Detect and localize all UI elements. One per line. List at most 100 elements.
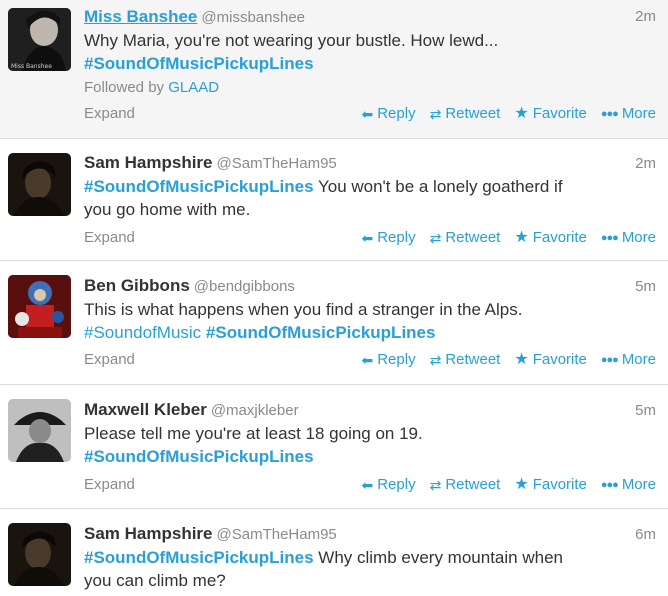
tweet-text-line: You won't be a lonely goatherd if bbox=[313, 177, 563, 196]
favorite-label: Favorite bbox=[532, 105, 587, 122]
user-handle[interactable]: @maxjkleber bbox=[211, 402, 299, 419]
retweet-icon: ⇄ bbox=[429, 106, 442, 122]
tweet-text-line: Why climb every mountain when bbox=[313, 548, 563, 567]
favorite-button[interactable]: ★ Favorite bbox=[514, 227, 587, 249]
retweet-button[interactable]: ⇄ Retweet bbox=[430, 349, 501, 371]
retweet-icon: ⇄ bbox=[429, 352, 442, 368]
more-dots-icon: ●●● bbox=[600, 232, 619, 244]
tweet-item[interactable]: 5m Ben Gibbons @bendgibbons This is what … bbox=[0, 261, 668, 385]
tweet-text-line: Please tell me you're at least 18 going … bbox=[84, 424, 423, 443]
expand-link[interactable]: Expand bbox=[84, 227, 135, 249]
followed-by: Followed by GLAAD bbox=[84, 76, 656, 99]
favorite-label: Favorite bbox=[532, 476, 587, 493]
more-button[interactable]: ●●● More bbox=[601, 474, 656, 496]
avatar-caption: Miss Banshee bbox=[11, 63, 52, 70]
tweet-text: #SoundOfMusicPickupLines Why climb every… bbox=[84, 546, 656, 592]
tweet-text-line: This is what happens when you find a str… bbox=[84, 300, 523, 319]
tweet-item[interactable]: Miss Banshee 2m Miss Banshee @missbanshee… bbox=[0, 0, 668, 139]
user-handle[interactable]: @missbanshee bbox=[201, 9, 305, 26]
followed-by-link[interactable]: GLAAD bbox=[168, 79, 219, 96]
reply-button[interactable]: ⬅ Reply bbox=[361, 227, 415, 249]
tweet-text-line: Why Maria, you're not wearing your bustl… bbox=[84, 31, 499, 50]
tweet-actions: ⬅ Reply ⇄ Retweet ★ Favorite ●●● More bbox=[361, 349, 656, 371]
hashtag-link[interactable]: #SoundOfMusicPickupLines bbox=[206, 323, 436, 342]
user-handle[interactable]: @SamTheHam95 bbox=[217, 155, 337, 172]
reply-label: Reply bbox=[377, 105, 416, 122]
reply-arrow-icon: ⬅ bbox=[361, 106, 374, 122]
reply-button[interactable]: ⬅ Reply bbox=[361, 474, 415, 496]
tweet-text: Why Maria, you're not wearing your bustl… bbox=[84, 29, 656, 75]
followed-by-label: Followed by bbox=[84, 79, 165, 96]
avatar[interactable] bbox=[8, 399, 71, 462]
hashtag-link[interactable]: #SoundOfMusicPickupLines bbox=[84, 548, 314, 567]
avatar-image bbox=[8, 523, 71, 586]
avatar-image: Miss Banshee bbox=[8, 8, 71, 71]
user-name[interactable]: Sam Hampshire bbox=[84, 153, 213, 172]
favorite-label: Favorite bbox=[532, 229, 587, 246]
more-dots-icon: ●●● bbox=[600, 354, 619, 366]
hashtag-link[interactable]: #SoundofMusic bbox=[84, 323, 201, 342]
reply-label: Reply bbox=[377, 229, 416, 246]
user-name[interactable]: Maxwell Kleber bbox=[84, 400, 207, 419]
avatar[interactable] bbox=[8, 153, 71, 216]
favorite-label: Favorite bbox=[532, 351, 587, 368]
tweet-item[interactable]: 2m Sam Hampshire @SamTheHam95 #SoundOfMus… bbox=[0, 139, 668, 261]
user-name[interactable]: Miss Banshee bbox=[84, 7, 197, 26]
tweet-actions: ⬅ Reply ⇄ Retweet ★ Favorite ●●● More bbox=[361, 103, 656, 125]
more-label: More bbox=[621, 476, 656, 493]
more-label: More bbox=[621, 351, 656, 368]
tweet-item[interactable]: 6m Sam Hampshire @SamTheHam95 #SoundOfMus… bbox=[0, 509, 668, 596]
more-button[interactable]: ●●● More bbox=[601, 227, 656, 249]
retweet-icon: ⇄ bbox=[429, 477, 442, 493]
avatar[interactable]: Miss Banshee bbox=[8, 8, 71, 71]
reply-arrow-icon: ⬅ bbox=[361, 230, 374, 246]
tweet-text-line: you can climb me? bbox=[84, 571, 226, 590]
user-handle[interactable]: @bendgibbons bbox=[194, 278, 295, 295]
expand-link[interactable]: Expand bbox=[84, 103, 135, 125]
tweet-item[interactable]: 5m Maxwell Kleber @maxjkleber Please tell… bbox=[0, 385, 668, 509]
more-dots-icon: ●●● bbox=[600, 108, 619, 120]
user-name[interactable]: Ben Gibbons bbox=[84, 276, 190, 295]
favorite-button[interactable]: ★ Favorite bbox=[514, 103, 587, 125]
retweet-button[interactable]: ⇄ Retweet bbox=[430, 227, 501, 249]
retweet-button[interactable]: ⇄ Retweet bbox=[430, 103, 501, 125]
reply-button[interactable]: ⬅ Reply bbox=[361, 103, 415, 125]
hashtag-link[interactable]: #SoundOfMusicPickupLines bbox=[84, 177, 314, 196]
tweet-text-line: you go home with me. bbox=[84, 200, 251, 219]
user-name[interactable]: Sam Hampshire bbox=[84, 524, 213, 543]
star-icon: ★ bbox=[514, 229, 529, 246]
favorite-button[interactable]: ★ Favorite bbox=[514, 474, 587, 496]
reply-button[interactable]: ⬅ Reply bbox=[361, 349, 415, 371]
star-icon: ★ bbox=[514, 351, 529, 368]
retweet-label: Retweet bbox=[445, 105, 501, 122]
expand-link[interactable]: Expand bbox=[84, 349, 135, 371]
retweet-button[interactable]: ⇄ Retweet bbox=[430, 474, 501, 496]
favorite-button[interactable]: ★ Favorite bbox=[514, 349, 587, 371]
tweet-footer: Expand ⬅ Reply ⇄ Retweet ★ Favorite ●●● More bbox=[84, 349, 656, 371]
more-button[interactable]: ●●● More bbox=[601, 349, 656, 371]
reply-label: Reply bbox=[377, 476, 416, 493]
reply-arrow-icon: ⬅ bbox=[361, 352, 374, 368]
user-handle[interactable]: @SamTheHam95 bbox=[217, 526, 337, 543]
avatar[interactable] bbox=[8, 275, 71, 338]
hashtag-link[interactable]: #SoundOfMusicPickupLines bbox=[84, 54, 314, 73]
reply-arrow-icon: ⬅ bbox=[361, 477, 374, 493]
more-button[interactable]: ●●● More bbox=[601, 103, 656, 125]
reply-label: Reply bbox=[377, 351, 416, 368]
more-label: More bbox=[621, 229, 656, 246]
avatar[interactable] bbox=[8, 523, 71, 586]
tweet-actions: ⬅ Reply ⇄ Retweet ★ Favorite ●●● More bbox=[361, 227, 656, 249]
avatar-image bbox=[8, 153, 71, 216]
retweet-label: Retweet bbox=[445, 476, 501, 493]
retweet-label: Retweet bbox=[445, 229, 501, 246]
more-label: More bbox=[621, 105, 656, 122]
star-icon: ★ bbox=[514, 105, 529, 122]
hashtag-link[interactable]: #SoundOfMusicPickupLines bbox=[84, 447, 314, 466]
retweet-icon: ⇄ bbox=[429, 230, 442, 246]
avatar-image bbox=[8, 399, 71, 462]
retweet-label: Retweet bbox=[445, 351, 501, 368]
tweet-footer: Expand ⬅ Reply ⇄ Retweet ★ Favorite ●●● More bbox=[84, 227, 656, 249]
tweet-text: Please tell me you're at least 18 going … bbox=[84, 422, 656, 468]
tweet-text: This is what happens when you find a str… bbox=[84, 298, 656, 344]
expand-link[interactable]: Expand bbox=[84, 474, 135, 496]
